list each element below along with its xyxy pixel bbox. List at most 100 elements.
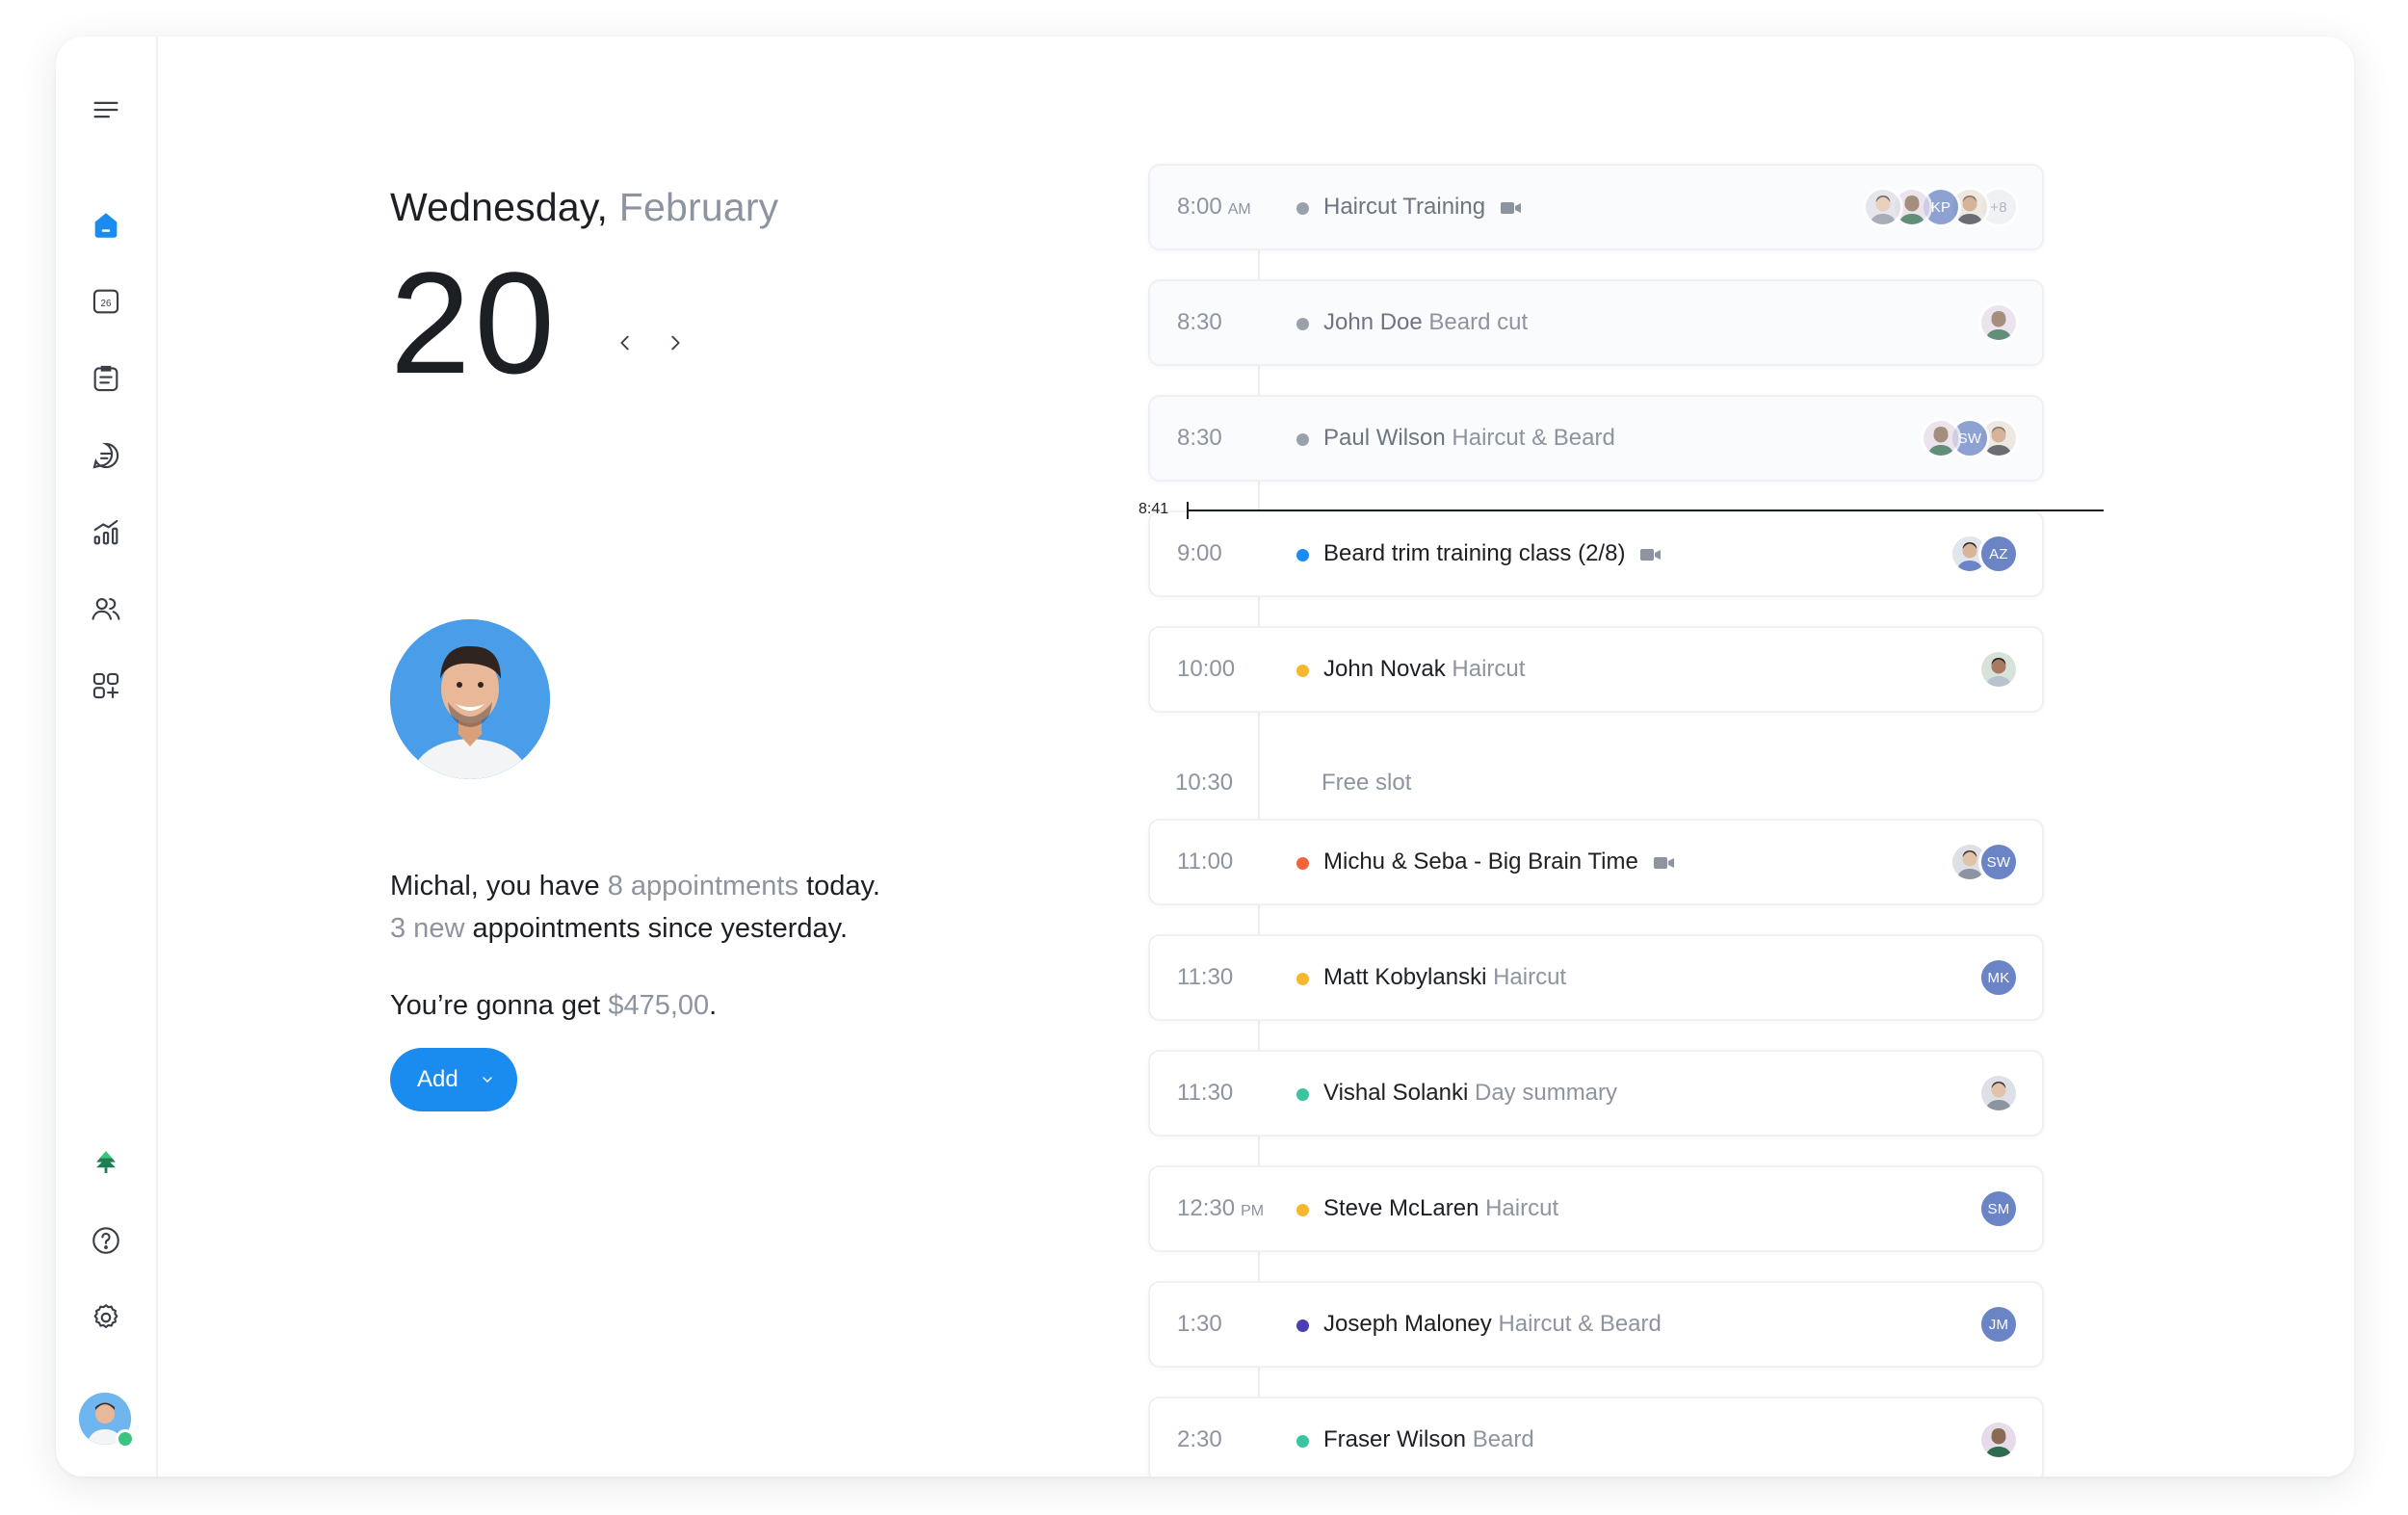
service-name: Haircut: [1452, 656, 1526, 682]
earnings-amount: $475,00: [608, 990, 710, 1021]
earnings-label: You’re gonna get: [390, 990, 601, 1021]
status-dot: [1296, 1319, 1309, 1332]
appointment-title: Haircut Training: [1323, 166, 1522, 248]
appointment-title: Fraser Wilson Beard: [1323, 1398, 1534, 1476]
profile-photo: [390, 619, 550, 779]
attendee-avatars[interactable]: SW: [1921, 418, 2019, 458]
attendee-avatar[interactable]: [1978, 1420, 2019, 1460]
attendee-avatars[interactable]: +8 KP: [1863, 187, 2019, 227]
client-name: Steve McLaren: [1323, 1195, 1479, 1221]
attendee-avatars[interactable]: [1978, 1073, 2019, 1113]
prev-day-button[interactable]: [608, 326, 642, 360]
attendee-avatars[interactable]: SW: [1950, 842, 2019, 882]
current-time-label: 8:41: [1139, 501, 1169, 517]
settings-icon[interactable]: [85, 1296, 127, 1339]
appointment-title: Michu & Seba - Big Brain Time: [1323, 821, 1675, 903]
online-status-dot: [116, 1429, 135, 1449]
status-dot: [1296, 1088, 1309, 1101]
service-name: Haircut & Beard: [1452, 425, 1615, 451]
appointment-card[interactable]: 1:30 Joseph Maloney Haircut & Beard JM: [1148, 1281, 2044, 1368]
appointment-card[interactable]: 8:30 John Doe Beard cut: [1148, 279, 2044, 366]
video-camera-icon: [1501, 201, 1522, 214]
next-day-button[interactable]: [658, 326, 693, 360]
summary-greeting: Michal, you have: [390, 871, 600, 901]
client-name: John Doe: [1323, 309, 1423, 335]
client-name: Fraser Wilson: [1323, 1426, 1467, 1452]
appointment-time: 8:30: [1177, 397, 1222, 480]
attendee-avatar[interactable]: SM: [1978, 1188, 2019, 1229]
attendee-avatars[interactable]: MK: [1978, 957, 2019, 998]
chevron-right-icon: [671, 335, 680, 351]
appointment-time: 1:30: [1177, 1283, 1222, 1366]
time-value: 1:30: [1177, 1311, 1222, 1337]
apps-icon[interactable]: [85, 665, 127, 707]
date-heading: Wednesday, February: [390, 185, 778, 230]
current-time-line: [1187, 509, 2104, 511]
home-icon[interactable]: [85, 204, 127, 247]
attendee-avatar[interactable]: JM: [1978, 1304, 2019, 1345]
attendee-avatar[interactable]: AZ: [1978, 534, 2019, 574]
status-dot: [1296, 973, 1309, 985]
appointment-card[interactable]: 11:00 Michu & Seba - Big Brain Time SW: [1148, 819, 2044, 905]
client-name: Haircut Training: [1323, 194, 1486, 220]
appointment-card[interactable]: 12:30 PM Steve McLaren Haircut SM: [1148, 1165, 2044, 1252]
client-name: Vishal Solanki: [1323, 1080, 1469, 1106]
appointment-card[interactable]: 11:30 Matt Kobylanski Haircut MK: [1148, 934, 2044, 1021]
appointment-card[interactable]: 10:00 John Novak Haircut: [1148, 626, 2044, 713]
appointment-title: Vishal Solanki Day summary: [1323, 1052, 1617, 1135]
attendee-avatar[interactable]: MK: [1978, 957, 2019, 998]
attendee-avatar[interactable]: [1978, 649, 2019, 690]
day-number: 20: [390, 242, 559, 404]
attendee-avatar[interactable]: [1978, 302, 2019, 343]
attendee-avatar[interactable]: [1978, 1073, 2019, 1113]
time-value: 8:00: [1177, 194, 1222, 220]
video-camera-icon: [1640, 548, 1662, 561]
video-camera-icon: [1653, 856, 1674, 869]
appointment-title: John Novak Haircut: [1323, 628, 1525, 711]
weekday: Wednesday,: [390, 185, 609, 229]
appointment-time: 2:30: [1177, 1398, 1222, 1476]
tree-logo-icon[interactable]: [85, 1142, 127, 1185]
current-time-marker: 8:41: [1139, 495, 2104, 524]
appointment-time: 11:30: [1177, 936, 1233, 1019]
menu-icon[interactable]: [85, 89, 127, 131]
chat-icon[interactable]: [85, 434, 127, 477]
appointment-title: Matt Kobylanski Haircut: [1323, 936, 1566, 1019]
time-period: PM: [1241, 1203, 1265, 1219]
service-name: Beard: [1472, 1426, 1534, 1452]
appointment-card[interactable]: 2:30 Fraser Wilson Beard: [1148, 1397, 2044, 1476]
calendar-icon[interactable]: 26: [85, 280, 127, 323]
appointment-card[interactable]: 8:30 Paul Wilson Haircut & Beard SW: [1148, 395, 2044, 482]
appointment-time: 11:00: [1177, 821, 1233, 903]
appointment-title: Steve McLaren Haircut: [1323, 1167, 1558, 1250]
attendee-avatar[interactable]: [1863, 187, 1903, 227]
clipboard-icon[interactable]: [85, 357, 127, 400]
appointment-time: 8:00 AM: [1177, 166, 1251, 251]
appointment-title: Beard trim training class (2/8): [1323, 512, 1662, 595]
free-slot: 10:30 Free slot: [1148, 742, 2044, 828]
time-value: 8:30: [1177, 425, 1222, 451]
attendee-avatars[interactable]: [1978, 302, 2019, 343]
time-value: 11:30: [1177, 964, 1234, 990]
appointment-title: John Doe Beard cut: [1323, 281, 1528, 364]
help-icon[interactable]: [85, 1219, 127, 1262]
month: February: [618, 185, 779, 229]
attendee-avatar[interactable]: SW: [1978, 842, 2019, 882]
appointments-count[interactable]: 8 appointments: [608, 871, 798, 901]
chevron-left-icon: [620, 335, 629, 351]
users-icon[interactable]: [85, 588, 127, 630]
attendee-avatars[interactable]: SM: [1978, 1188, 2019, 1229]
attendee-avatar[interactable]: [1921, 418, 1961, 458]
attendee-avatars[interactable]: JM: [1978, 1304, 2019, 1345]
new-appointments-count[interactable]: 3 new: [390, 913, 464, 944]
attendee-avatars[interactable]: [1978, 649, 2019, 690]
appointment-card[interactable]: 11:30 Vishal Solanki Day summary: [1148, 1050, 2044, 1136]
add-button[interactable]: Add: [390, 1048, 517, 1111]
time-value: 11:30: [1177, 1080, 1234, 1106]
attendee-avatars[interactable]: [1978, 1420, 2019, 1460]
service-name: Beard cut: [1428, 309, 1529, 335]
attendee-avatars[interactable]: AZ: [1950, 534, 2019, 574]
summary-line-2: 3 new appointments since yesterday.: [390, 907, 880, 950]
appointment-card[interactable]: 8:00 AM Haircut Training +8 KP: [1148, 164, 2044, 250]
analytics-icon[interactable]: [85, 511, 127, 554]
